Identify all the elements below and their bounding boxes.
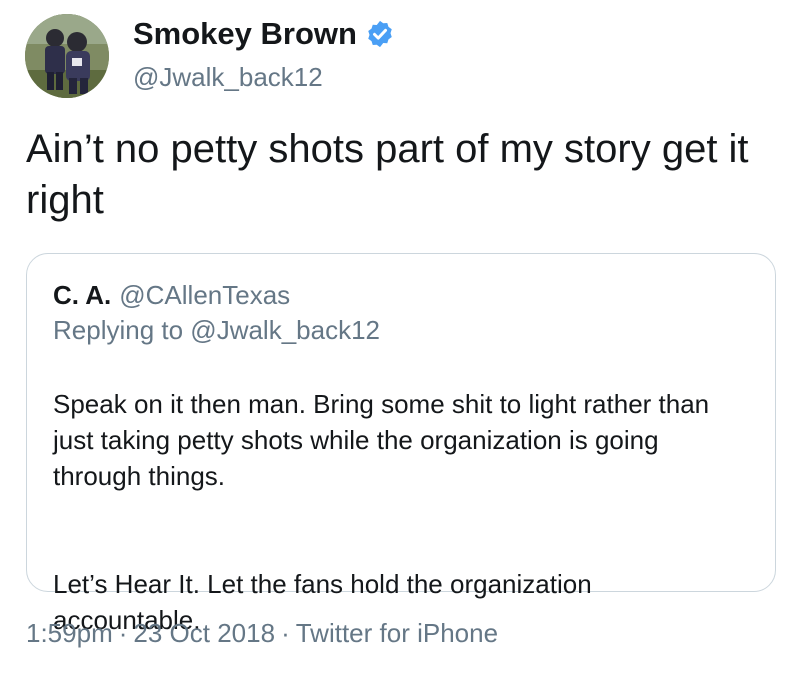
verified-badge-icon bbox=[368, 20, 392, 48]
quoted-paragraph: Speak on it then man. Bring some shit to… bbox=[53, 389, 710, 491]
quoted-tweet[interactable]: C. A. @CAllenTexas Replying to @Jwalk_bac… bbox=[26, 253, 776, 635]
tweet-meta: 1:59pm · 23 Oct 2018 · Twitter for iPhone bbox=[26, 618, 498, 649]
quoted-author-handle: @CAllenTexas bbox=[119, 280, 291, 310]
quoted-tweet-header: C. A. @CAllenTexas bbox=[53, 280, 290, 311]
tweet-time[interactable]: 1:59pm bbox=[26, 618, 113, 648]
avatar-photo bbox=[25, 14, 109, 98]
meta-separator: · bbox=[281, 618, 290, 648]
tweet-date[interactable]: 23 Oct 2018 bbox=[133, 618, 275, 648]
tweet-text: Ain’t no petty shots part of my story ge… bbox=[26, 127, 749, 222]
avatar[interactable] bbox=[25, 14, 109, 98]
author-name-row[interactable]: Smokey Brown bbox=[133, 16, 395, 52]
author-handle[interactable]: @Jwalk_back12 bbox=[133, 62, 323, 93]
tweet-card: Smokey Brown @Jwalk_back12 Ain’t no pett… bbox=[0, 0, 799, 675]
quoted-author-name: C. A. bbox=[53, 280, 112, 310]
meta-separator: · bbox=[118, 618, 128, 648]
tweet-source: Twitter for iPhone bbox=[295, 618, 499, 648]
author-name[interactable]: Smokey Brown bbox=[133, 16, 357, 52]
replying-to: Replying to @Jwalk_back12 bbox=[53, 315, 381, 345]
